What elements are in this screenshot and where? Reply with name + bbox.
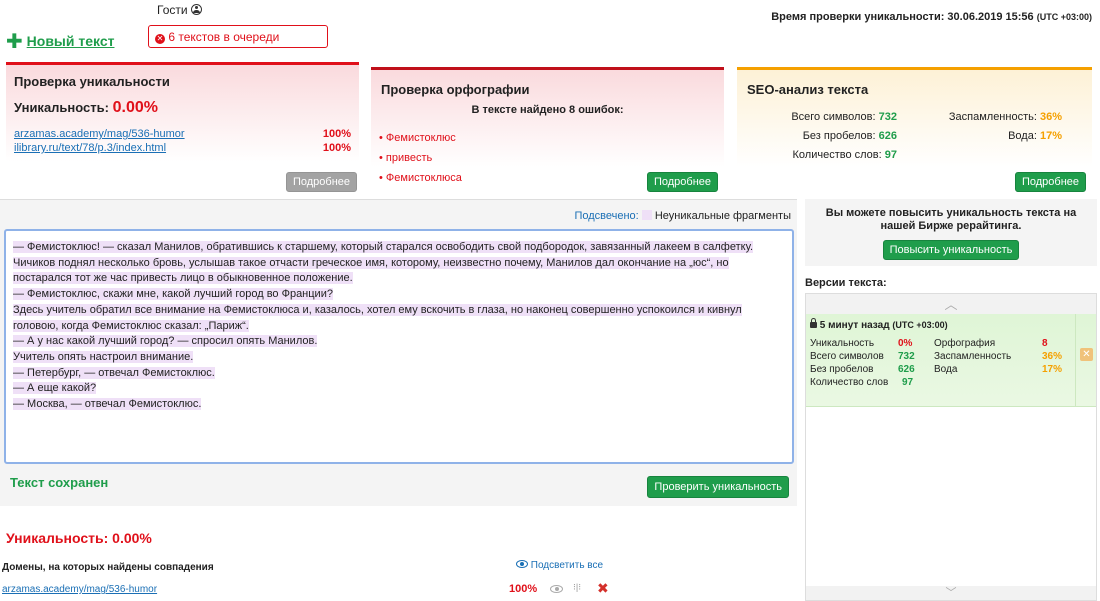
source-pct: 100% bbox=[322, 142, 351, 154]
spelling-card: Проверка орфографии В тексте найдено 8 о… bbox=[371, 67, 724, 194]
text-line: постарался тот же час привесть лицо в об… bbox=[13, 272, 353, 285]
uniqueness-summary: Уникальность: 0.00% bbox=[14, 99, 158, 116]
source-pct: 100% bbox=[322, 128, 351, 140]
boost-uniqueness-button[interactable]: Повысить уникальность bbox=[882, 240, 1020, 260]
check-uniqueness-button[interactable]: Проверить уникальность bbox=[647, 476, 789, 498]
text-line: — А еще какой? bbox=[13, 382, 97, 395]
versions-scroll-up[interactable]: ︿ bbox=[806, 294, 1096, 314]
spelling-found: В тексте найдено 8 ошибок: bbox=[471, 104, 624, 116]
domain-link[interactable]: arzamas.academy/mag/536-humor bbox=[2, 584, 157, 595]
text-editor[interactable]: — Фемистоклюс! — сказал Манилов, обратив… bbox=[4, 229, 794, 464]
new-text-label: Новый текст bbox=[26, 33, 115, 49]
seo-chars: 732 bbox=[878, 111, 897, 123]
seo-card: SEO-анализ текста Всего символов: 732 Бе… bbox=[737, 67, 1092, 194]
error-icon: ✕ bbox=[155, 34, 165, 44]
promo-panel: Вы можете повысить уникальность текста н… bbox=[805, 199, 1097, 266]
seo-nospace: 626 bbox=[878, 130, 897, 142]
delete-icon[interactable]: ✖ bbox=[597, 580, 609, 597]
text-line: — Фемистоклюс, скажи мне, какой лучший г… bbox=[13, 288, 333, 301]
uniqueness-card-title: Проверка уникальности bbox=[14, 74, 170, 89]
uniqueness-more-button[interactable]: Подробнее bbox=[285, 172, 357, 192]
spelling-error[interactable]: • Фемистоклюс bbox=[379, 128, 462, 148]
text-line: — Москва, — отвечал Фемистоклюс. bbox=[13, 398, 202, 411]
versions-panel: ︿ 5 минут назад (UTC +03:00) Уникальност… bbox=[805, 293, 1097, 601]
seo-card-title: SEO-анализ текста bbox=[747, 82, 869, 97]
saved-status: Текст сохранен bbox=[10, 475, 109, 490]
domains-label: Домены, на которых найдены совпадения bbox=[2, 562, 214, 573]
user-icon bbox=[190, 4, 202, 15]
lock-icon bbox=[810, 318, 817, 328]
seo-water: 17% bbox=[1039, 130, 1062, 142]
text-line: — Петербург, — отвечал Фемистоклюс. bbox=[13, 366, 215, 379]
version-item[interactable]: 5 минут назад (UTC +03:00) Уникальность … bbox=[806, 314, 1096, 407]
check-time: Время проверки уникальности: 30.06.2019 … bbox=[771, 11, 1092, 23]
highlight-all-button[interactable]: Подсветить все bbox=[516, 560, 603, 571]
queue-label: 6 текстов в очереди bbox=[168, 30, 280, 44]
result-uniqueness: Уникальность: 0.00% bbox=[6, 530, 152, 546]
eye-icon bbox=[516, 560, 528, 568]
spelling-card-title: Проверка орфографии bbox=[381, 82, 530, 97]
editor-panel: Подсвечено: Неуникальные фрагменты — Фем… bbox=[0, 199, 797, 506]
seo-words: 97 bbox=[884, 149, 897, 161]
text-line: — Фемистоклюс! — сказал Манилов, обратив… bbox=[13, 241, 754, 253]
seo-more-button[interactable]: Подробнее bbox=[1014, 172, 1086, 192]
version-delete-icon[interactable]: ✕ bbox=[1075, 314, 1096, 406]
compare-icon[interactable]: ⁝|⁝ bbox=[573, 582, 581, 593]
text-line: Чичиков поднял несколько бровь, услышав … bbox=[13, 256, 729, 269]
plus-icon: ✚ bbox=[6, 31, 23, 53]
spelling-error[interactable]: • Фемистоклюса bbox=[379, 168, 462, 188]
guest-menu[interactable]: Гости bbox=[157, 3, 202, 17]
highlight-legend: Подсвечено: Неуникальные фрагменты bbox=[574, 210, 791, 222]
text-line: головою, когда Фемистоклюс сказал: „Пари… bbox=[13, 319, 249, 332]
legend-swatch bbox=[641, 210, 652, 220]
view-icon[interactable] bbox=[550, 585, 563, 593]
seo-spam: 36% bbox=[1039, 111, 1062, 123]
queue-badge: ✕ 6 текстов в очереди bbox=[148, 25, 328, 48]
version-time: 5 минут назад (UTC +03:00) bbox=[810, 318, 1092, 331]
guest-label: Гости bbox=[157, 3, 188, 17]
text-line: Учитель опять настроил внимание. bbox=[13, 350, 194, 363]
spelling-error[interactable]: • привесть bbox=[379, 148, 462, 168]
source-link[interactable]: arzamas.academy/mag/536-humor bbox=[14, 128, 185, 142]
promo-text: Вы можете повысить уникальность текста н… bbox=[825, 207, 1077, 232]
text-line: — А у нас какой лучший город? — спросил … bbox=[13, 335, 318, 348]
domain-pct: 100% bbox=[509, 583, 538, 595]
text-line: Здесь учитель обратил все внимание на Фе… bbox=[13, 303, 742, 316]
versions-scroll-down[interactable]: ﹀ bbox=[806, 586, 1096, 600]
source-link[interactable]: ilibrary.ru/text/78/p.3/index.html bbox=[14, 142, 166, 156]
uniqueness-card: Проверка уникальности Уникальность: 0.00… bbox=[6, 62, 359, 192]
spelling-more-button[interactable]: Подробнее bbox=[646, 172, 718, 192]
new-text-button[interactable]: ✚ Новый текст bbox=[6, 29, 114, 54]
versions-title: Версии текста: bbox=[805, 277, 887, 289]
